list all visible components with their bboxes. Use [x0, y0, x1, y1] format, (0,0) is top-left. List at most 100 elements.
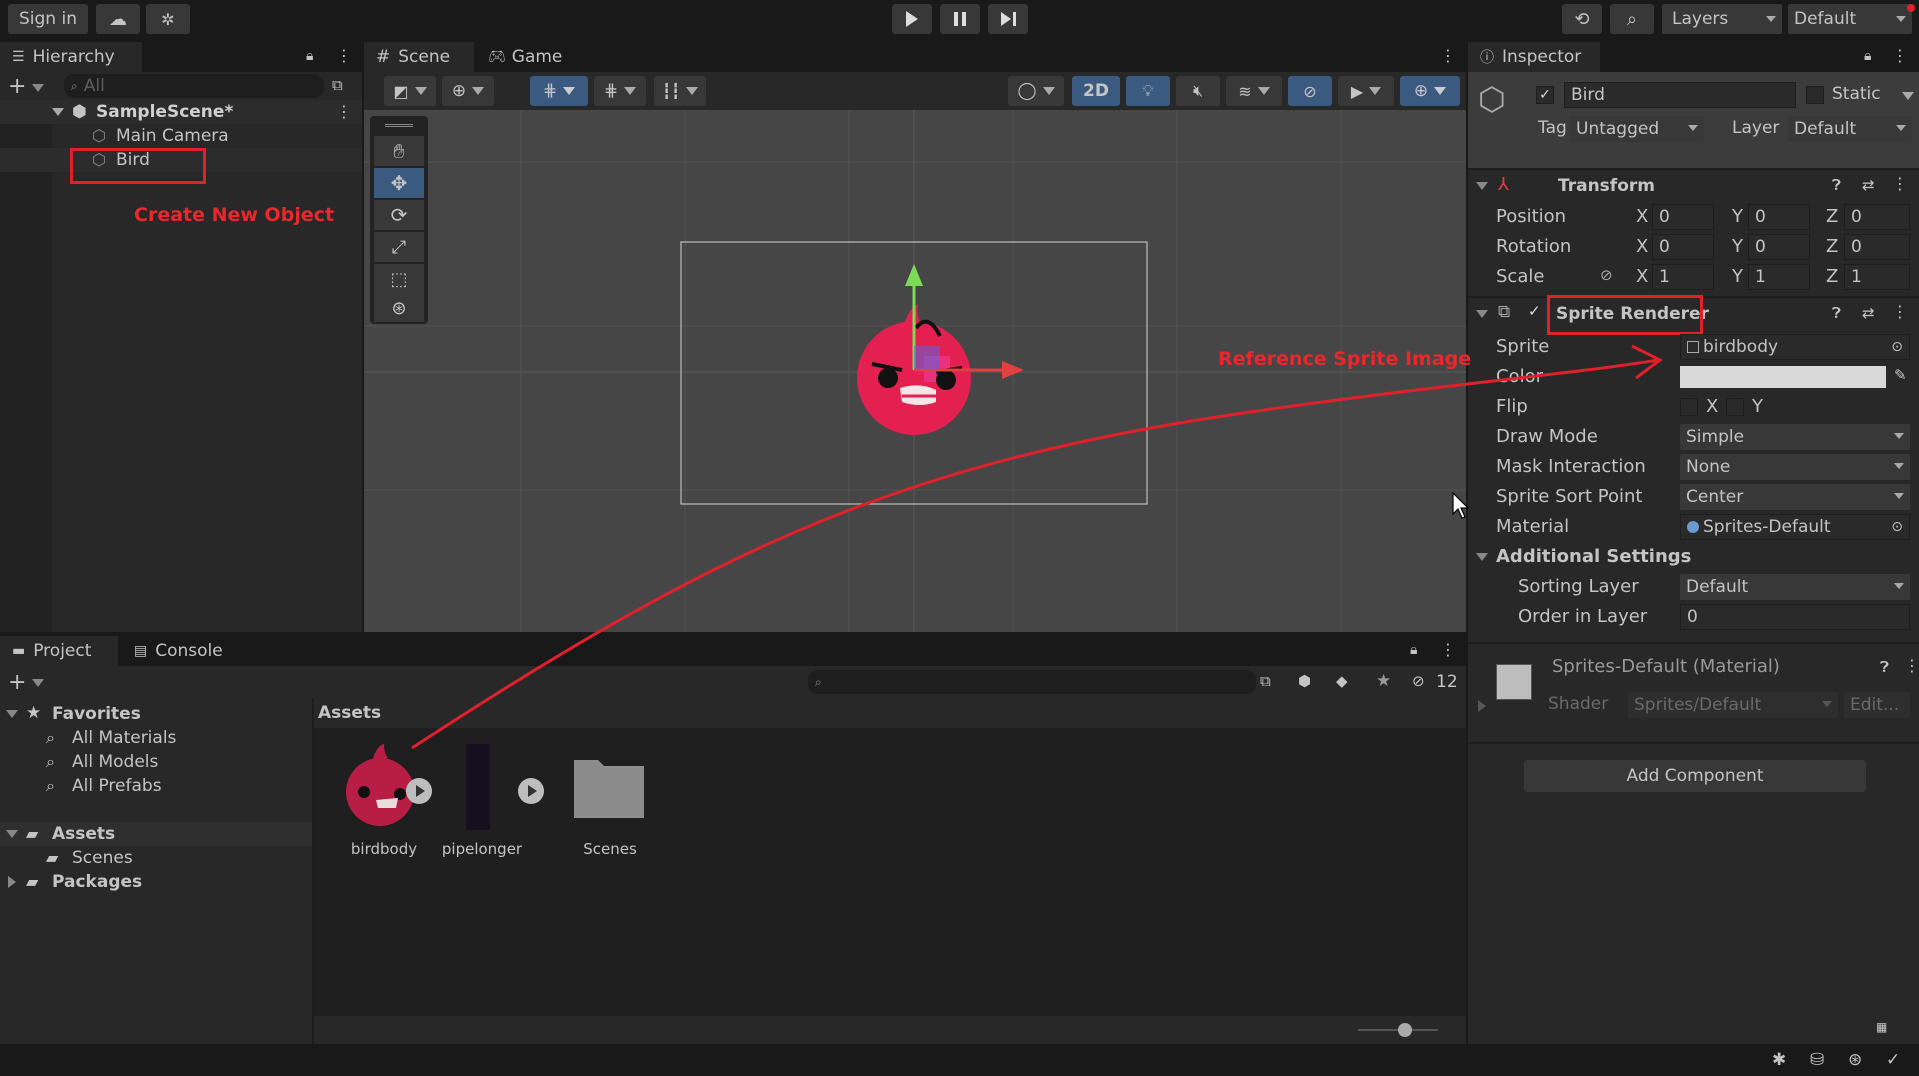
chevron-down-icon[interactable]: [6, 710, 18, 718]
tab-scene[interactable]: # Scene: [364, 42, 474, 72]
scale-y-field[interactable]: 1: [1748, 264, 1810, 290]
star-icon[interactable]: ★: [1376, 671, 1391, 691]
chevron-down-icon[interactable]: [1476, 310, 1488, 318]
axis-z-label[interactable]: Z: [1826, 266, 1838, 287]
more-icon[interactable]: ⋮: [1904, 656, 1919, 675]
chevron-down-icon[interactable]: [1476, 182, 1488, 190]
axis-z-label[interactable]: Z: [1826, 236, 1838, 257]
asset-birdbody[interactable]: birdbody: [338, 744, 432, 864]
move-gizmo[interactable]: [804, 250, 1024, 470]
edit-shader-button[interactable]: Edit...: [1844, 692, 1910, 718]
cache-server-icon[interactable]: ⛁: [1810, 1050, 1824, 1070]
cloud-button[interactable]: ☁: [96, 4, 140, 34]
scale-tool-icon[interactable]: ⤢: [374, 232, 424, 262]
progress-spinner-icon[interactable]: ⊛: [1848, 1050, 1862, 1070]
label-icon[interactable]: ◆: [1336, 672, 1348, 690]
hidden-packages-icon[interactable]: ⊘: [1412, 672, 1425, 690]
component-enabled-checkbox[interactable]: ✓: [1528, 303, 1544, 319]
chevron-right-icon[interactable]: [8, 876, 16, 888]
hierarchy-item-main-camera[interactable]: ⬡ Main Camera: [0, 124, 362, 148]
rotation-z-field[interactable]: 0: [1844, 234, 1910, 260]
breadcrumb-assets[interactable]: Assets: [318, 703, 381, 723]
help-icon[interactable]: ❓︎: [1880, 658, 1889, 676]
flip-x-checkbox[interactable]: [1680, 398, 1698, 416]
add-icon[interactable]: +: [8, 72, 26, 100]
visibility-button[interactable]: ⊘: [1288, 76, 1332, 106]
check-circle-icon[interactable]: ✓: [1886, 1050, 1900, 1070]
tools-handle[interactable]: [385, 124, 413, 127]
scale-z-field[interactable]: 1: [1844, 264, 1910, 290]
static-checkbox[interactable]: [1806, 86, 1824, 104]
chevron-down-icon[interactable]: [6, 830, 18, 838]
sprite-object-field[interactable]: birdbody ⊙: [1680, 334, 1910, 360]
rotation-x-field[interactable]: 0: [1652, 234, 1714, 260]
toggle-2d-button[interactable]: 2D: [1072, 76, 1120, 106]
transform-header[interactable]: ⅄ Transform ❓︎ ⇄ ⋮: [1468, 170, 1919, 202]
layers-dropdown[interactable]: Layers: [1662, 4, 1782, 34]
chevron-down-icon[interactable]: [1902, 92, 1914, 100]
audio-button[interactable]: 🔇︎: [1176, 76, 1220, 106]
asset-pipelonger[interactable]: pipelonger: [442, 744, 544, 864]
more-icon[interactable]: ⋮: [1892, 302, 1908, 321]
position-y-field[interactable]: 0: [1748, 204, 1810, 230]
bug-icon[interactable]: ✱: [1772, 1050, 1786, 1070]
search-by-type-icon[interactable]: ⧉: [1260, 672, 1271, 690]
filter-icon[interactable]: ⬢: [1298, 672, 1311, 690]
grid-snap-button[interactable]: ⋕: [530, 76, 588, 106]
hierarchy-search-input[interactable]: ⌕ All: [64, 74, 324, 98]
lock-icon[interactable]: 🔒︎: [1864, 48, 1871, 64]
favorite-item-materials[interactable]: ⌕ All Materials: [0, 726, 312, 750]
tag-dropdown[interactable]: Untagged: [1570, 116, 1704, 142]
rotation-y-field[interactable]: 0: [1748, 234, 1810, 260]
constrain-link-icon[interactable]: ⊘: [1600, 266, 1613, 284]
gizmos-button[interactable]: ⊕: [1400, 76, 1460, 106]
tab-hierarchy[interactable]: ☰ Hierarchy: [0, 42, 142, 72]
lock-icon[interactable]: 🔒︎: [1410, 642, 1417, 658]
preset-icon[interactable]: ⇄: [1862, 304, 1875, 322]
lighting-button[interactable]: 💡︎: [1126, 76, 1170, 106]
axis-y-label[interactable]: Y: [1732, 266, 1743, 287]
position-x-field[interactable]: 0: [1652, 204, 1714, 230]
assets-tree-row[interactable]: ▰ Assets: [0, 822, 312, 846]
axis-y-label[interactable]: Y: [1732, 206, 1743, 227]
more-icon[interactable]: ⋮: [1892, 46, 1908, 65]
more-icon[interactable]: ⋮: [336, 102, 352, 121]
more-icon[interactable]: ⋮: [1892, 174, 1908, 193]
favorites-row[interactable]: ★ Favorites: [0, 702, 312, 726]
axis-y-label[interactable]: Y: [1732, 236, 1743, 257]
chevron-down-icon[interactable]: [1476, 553, 1488, 561]
move-tool-icon[interactable]: ✥: [374, 168, 424, 198]
rotate-tool-icon[interactable]: ⟳: [374, 200, 424, 230]
object-picker-icon[interactable]: ⊙: [1891, 519, 1903, 535]
eyedropper-icon[interactable]: ✎: [1894, 366, 1907, 384]
more-icon[interactable]: ⋮: [1440, 46, 1456, 65]
tab-project[interactable]: ▬ Project: [0, 636, 118, 666]
global-button[interactable]: ⊕: [442, 76, 494, 106]
object-name-field[interactable]: Bird: [1564, 82, 1796, 108]
axis-x-label[interactable]: X: [1636, 236, 1648, 257]
rect-tool-icon[interactable]: ⬚: [374, 264, 424, 294]
scene-row[interactable]: ⬢ SampleScene* ⋮: [0, 100, 362, 124]
scenes-tree-row[interactable]: ▰ Scenes: [0, 846, 312, 870]
sprite-sort-point-dropdown[interactable]: Center: [1680, 484, 1910, 510]
help-icon[interactable]: ❓︎: [1832, 176, 1841, 194]
color-swatch[interactable]: [1680, 366, 1886, 388]
effects-button[interactable]: ≋: [1226, 76, 1282, 106]
project-search-input[interactable]: ⌕: [808, 670, 1256, 694]
layer-dropdown[interactable]: Default: [1788, 116, 1912, 142]
position-z-field[interactable]: 0: [1844, 204, 1910, 230]
packages-tree-row[interactable]: ▰ Packages: [0, 870, 312, 894]
more-icon[interactable]: ⋮: [336, 46, 352, 65]
asset-scenes-folder[interactable]: Scenes: [564, 744, 656, 864]
sorting-layer-dropdown[interactable]: Default: [1680, 574, 1910, 600]
tab-inspector[interactable]: ⓘ Inspector: [1468, 42, 1600, 72]
draw-mode-button[interactable]: ◩: [384, 76, 436, 106]
expand-play-icon[interactable]: [518, 778, 544, 804]
scene-search-icon[interactable]: ⧉: [332, 76, 343, 94]
shader-dropdown[interactable]: Sprites/Default: [1628, 692, 1838, 718]
mask-interaction-dropdown[interactable]: None: [1680, 454, 1910, 480]
hand-tool-icon[interactable]: ✋︎: [374, 136, 424, 166]
collab-button[interactable]: ✲: [146, 4, 190, 34]
material-object-field[interactable]: Sprites-Default ⊙: [1680, 514, 1910, 540]
pause-button[interactable]: [940, 4, 980, 34]
